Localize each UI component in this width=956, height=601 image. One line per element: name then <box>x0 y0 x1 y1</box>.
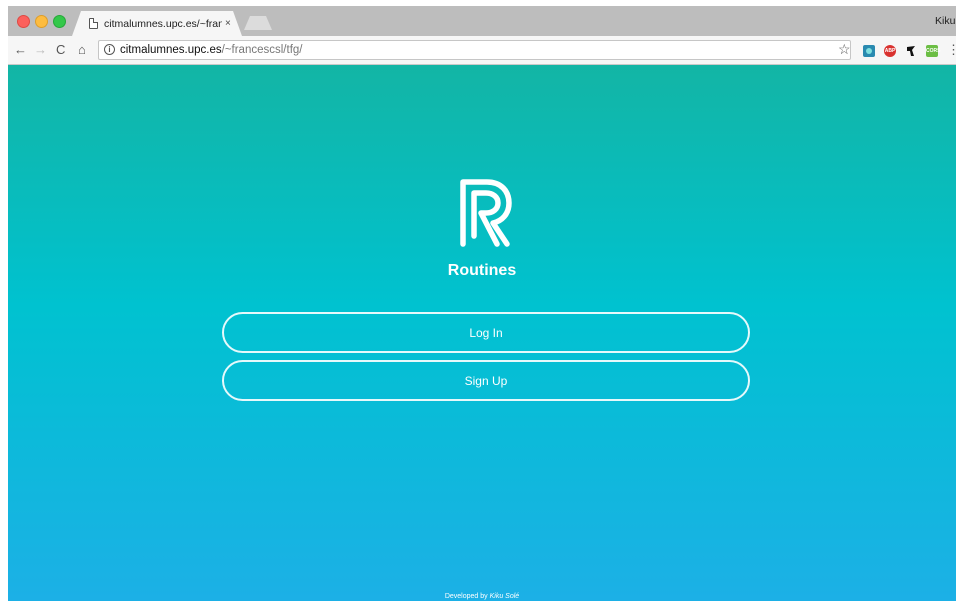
bookmark-star-icon[interactable]: ☆ <box>838 40 851 58</box>
footer-author: Kiku Solé <box>489 593 520 600</box>
profile-name[interactable]: Kiku <box>935 14 955 28</box>
url-host: citmalumnes.upc.es <box>120 44 222 56</box>
app-title: Routines <box>447 262 517 279</box>
wave-extension-icon[interactable] <box>863 45 875 57</box>
url-text[interactable]: citmalumnes.upc.es/~francescsl/tfg/ <box>120 43 302 58</box>
browser-tab[interactable]: citmalumnes.upc.es/~francesc × <box>72 11 242 36</box>
cors-extension-icon[interactable]: CORS <box>926 45 940 57</box>
back-arrow-icon[interactable]: ← <box>14 41 27 59</box>
window-maximize-button[interactable] <box>53 15 66 28</box>
runner-extension-icon[interactable] <box>905 45 917 57</box>
routines-logo-icon <box>460 179 512 247</box>
footer-credit: Developed by Kiku Solé <box>8 592 956 601</box>
browser-menu-icon[interactable]: ⋮ <box>947 41 956 59</box>
info-icon[interactable]: i <box>104 44 115 55</box>
login-button[interactable]: Log In <box>222 312 750 353</box>
address-bar[interactable]: i citmalumnes.upc.es/~francescsl/tfg/ <box>98 40 851 60</box>
browser-window: citmalumnes.upc.es/~francesc × Kiku ← → … <box>8 6 956 601</box>
url-path: /~francescsl/tfg/ <box>221 44 303 56</box>
page-icon <box>89 18 98 29</box>
home-icon[interactable]: ⌂ <box>78 41 86 59</box>
tab-title: citmalumnes.upc.es/~francesc <box>104 18 222 30</box>
window-minimize-button[interactable] <box>35 15 48 28</box>
new-tab-button[interactable] <box>244 16 272 30</box>
reload-icon[interactable]: C <box>56 41 65 59</box>
tab-strip: citmalumnes.upc.es/~francesc × Kiku <box>8 6 956 36</box>
forward-arrow-icon[interactable]: → <box>34 41 47 59</box>
browser-toolbar: ← → C ⌂ i citmalumnes.upc.es/~francescsl… <box>8 36 956 65</box>
tab-close-icon[interactable]: × <box>225 17 231 30</box>
footer-prefix: Developed by <box>444 593 490 600</box>
page-viewport: Routines Log In Sign Up Developed by Kik… <box>8 65 956 601</box>
window-close-button[interactable] <box>17 15 30 28</box>
adblock-plus-icon[interactable]: ABP <box>884 45 896 57</box>
signup-button[interactable]: Sign Up <box>222 360 750 401</box>
